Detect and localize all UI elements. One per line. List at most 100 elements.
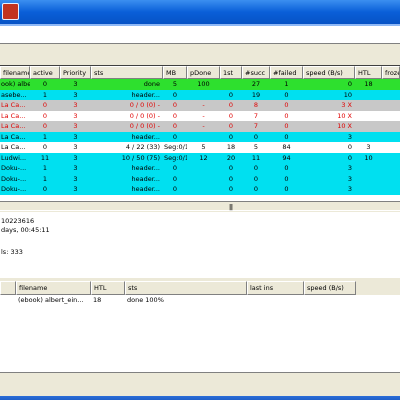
table-cell [382, 184, 400, 195]
column-header-3[interactable]: sts [91, 66, 163, 79]
table-cell: 0 / 0 (0) - [129, 122, 160, 130]
table-cell [382, 132, 400, 143]
table-cell: 100 [197, 80, 210, 88]
table-cell: 3 X [341, 101, 352, 109]
table-cell: 10 X [337, 111, 352, 120]
column-header-2[interactable]: Priority [60, 66, 91, 79]
table-cell [187, 132, 220, 143]
table-cell: 0 [284, 90, 289, 99]
table-row[interactable]: Doku-... 1 3 header... 0 0 0 0 3 [0, 173, 400, 184]
file-column-header-5[interactable]: speed (B/s) [304, 281, 356, 295]
table-cell [187, 163, 220, 174]
table-cell: done [143, 80, 160, 88]
file-column-header-0[interactable] [0, 281, 16, 295]
table-row[interactable]: ook) albert_ei... 0 3 done 5 100 27 1 0 18 [0, 79, 400, 90]
table-cell: La Ca... [1, 122, 26, 130]
window-titlebar[interactable] [0, 0, 400, 24]
table-row[interactable]: Doku-... 1 3 header... 0 0 0 0 3 [0, 163, 400, 174]
toolbar-area [0, 26, 400, 44]
table-row[interactable]: Ludwi... 11 3 10 / 50 (75) Seg:0/1 12 20 11 94 0 1… [0, 152, 400, 163]
table-cell: 94 [282, 153, 291, 162]
table-cell: - [202, 111, 205, 120]
file-list-cell: done 100% [127, 296, 164, 304]
column-header-4[interactable]: MB [163, 66, 187, 79]
table-cell: 0 [228, 122, 234, 130]
table-cell: 0 [228, 132, 234, 141]
table-cell: 0 / 0 (0) - [129, 101, 160, 109]
table-cell: 3 [73, 132, 78, 141]
table-cell: 0 / 0 (0) - [129, 111, 160, 120]
table-cell [187, 184, 220, 195]
table-cell [382, 121, 400, 132]
table-cell: 12 [199, 153, 208, 162]
table-cell: 0 [228, 90, 234, 99]
table-cell: 0 [42, 122, 48, 130]
table-cell: 3 [347, 185, 352, 193]
table-cell: 0 [42, 101, 48, 109]
table-cell: 0 [172, 90, 178, 99]
info-line-3: ls: 333 [1, 248, 23, 256]
file-list-panel: filename HTL sts last ins speed (B/s) (ebook… [0, 281, 400, 400]
table-cell: Doku-... [1, 164, 27, 172]
table-cell: 0 [172, 132, 178, 141]
table-cell: 18 [364, 80, 373, 88]
column-header-6[interactable]: 1st [220, 66, 242, 79]
table-cell: 3 [73, 185, 78, 193]
table-cell: La Ca... [1, 132, 26, 141]
table-row[interactable]: asebe... 1 3 header... 0 0 19 0 10 [0, 89, 400, 100]
taskbar[interactable] [0, 396, 400, 400]
file-column-header-2[interactable]: HTL [91, 281, 125, 295]
splitter-grip-icon[interactable]: ||| [229, 204, 233, 211]
column-header-10[interactable]: HTL [355, 66, 382, 79]
table-cell [355, 132, 382, 143]
table-row[interactable]: La Ca... 0 3 0 / 0 (0) - 0 - 0 8 0 3 X [0, 100, 400, 111]
app-icon[interactable] [2, 3, 19, 20]
horizontal-splitter[interactable]: ||| [0, 201, 400, 211]
table-cell: - [202, 122, 205, 130]
table-cell: 11 [40, 153, 50, 162]
table-cell: 3 [73, 122, 78, 130]
table-cell: 10 [343, 90, 352, 99]
file-column-header-4[interactable]: last ins [247, 281, 304, 295]
file-column-header-3[interactable]: sts [125, 281, 247, 295]
table-cell: 3 [347, 164, 352, 172]
table-cell: 3 [73, 164, 78, 172]
column-header-7[interactable]: #succ [242, 66, 270, 79]
file-list-cell [304, 295, 356, 306]
column-header-8[interactable]: #failed [270, 66, 303, 79]
table-cell: 0 [42, 185, 48, 193]
table-cell: 0 [284, 164, 289, 172]
table-cell: 0 [347, 153, 352, 162]
download-grid[interactable]: filename active Priority sts MB pDone 1st #succ… [0, 65, 400, 201]
column-header-9[interactable]: speed (B/s) [303, 66, 355, 79]
file-column-header-1[interactable]: filename [16, 281, 91, 295]
table-cell: 0 [284, 122, 289, 130]
file-list-row[interactable]: (ebook) albert_ein... 18 done 100% [0, 295, 400, 306]
column-header-5[interactable]: pDone [187, 66, 220, 79]
table-cell: 8 [253, 101, 259, 109]
table-cell: 0 [347, 143, 352, 151]
table-cell: 11 [251, 153, 261, 162]
file-list-cell [247, 295, 304, 306]
column-header-11[interactable]: frozen [382, 66, 400, 79]
table-cell: 0 [228, 185, 234, 193]
table-row[interactable]: La Ca... 0 3 0 / 0 (0) - 0 - 0 7 0 10 X [0, 110, 400, 121]
table-cell: 19 [251, 90, 261, 99]
table-cell: Ludwi... [1, 153, 27, 162]
table-row[interactable]: La Ca... 0 3 4 / 22 (33) Seg:0/1 5 18 5 84 0 3 [0, 142, 400, 153]
grid-body[interactable]: ook) albert_ei...03done5100271018asebe..… [0, 79, 400, 195]
column-header-1[interactable]: active [30, 66, 60, 79]
table-cell: 10 X [337, 122, 352, 130]
table-cell: Seg:0/1 [164, 153, 187, 162]
table-cell: header... [131, 164, 160, 172]
table-cell: 3 [347, 132, 352, 141]
table-cell: 27 [251, 80, 261, 88]
table-row[interactable]: La Ca... 0 3 0 / 0 (0) - 0 - 0 7 0 10 X [0, 121, 400, 132]
table-row[interactable]: La Ca... 1 3 header... 0 0 0 0 3 [0, 131, 400, 143]
column-header-0[interactable]: filename [0, 66, 30, 79]
table-row[interactable]: Doku-... 0 3 header... 0 0 0 0 3 [0, 184, 400, 195]
table-cell [355, 100, 382, 111]
table-cell: header... [131, 174, 160, 183]
table-cell: 0 [42, 80, 48, 88]
table-cell: 7 [253, 122, 259, 130]
